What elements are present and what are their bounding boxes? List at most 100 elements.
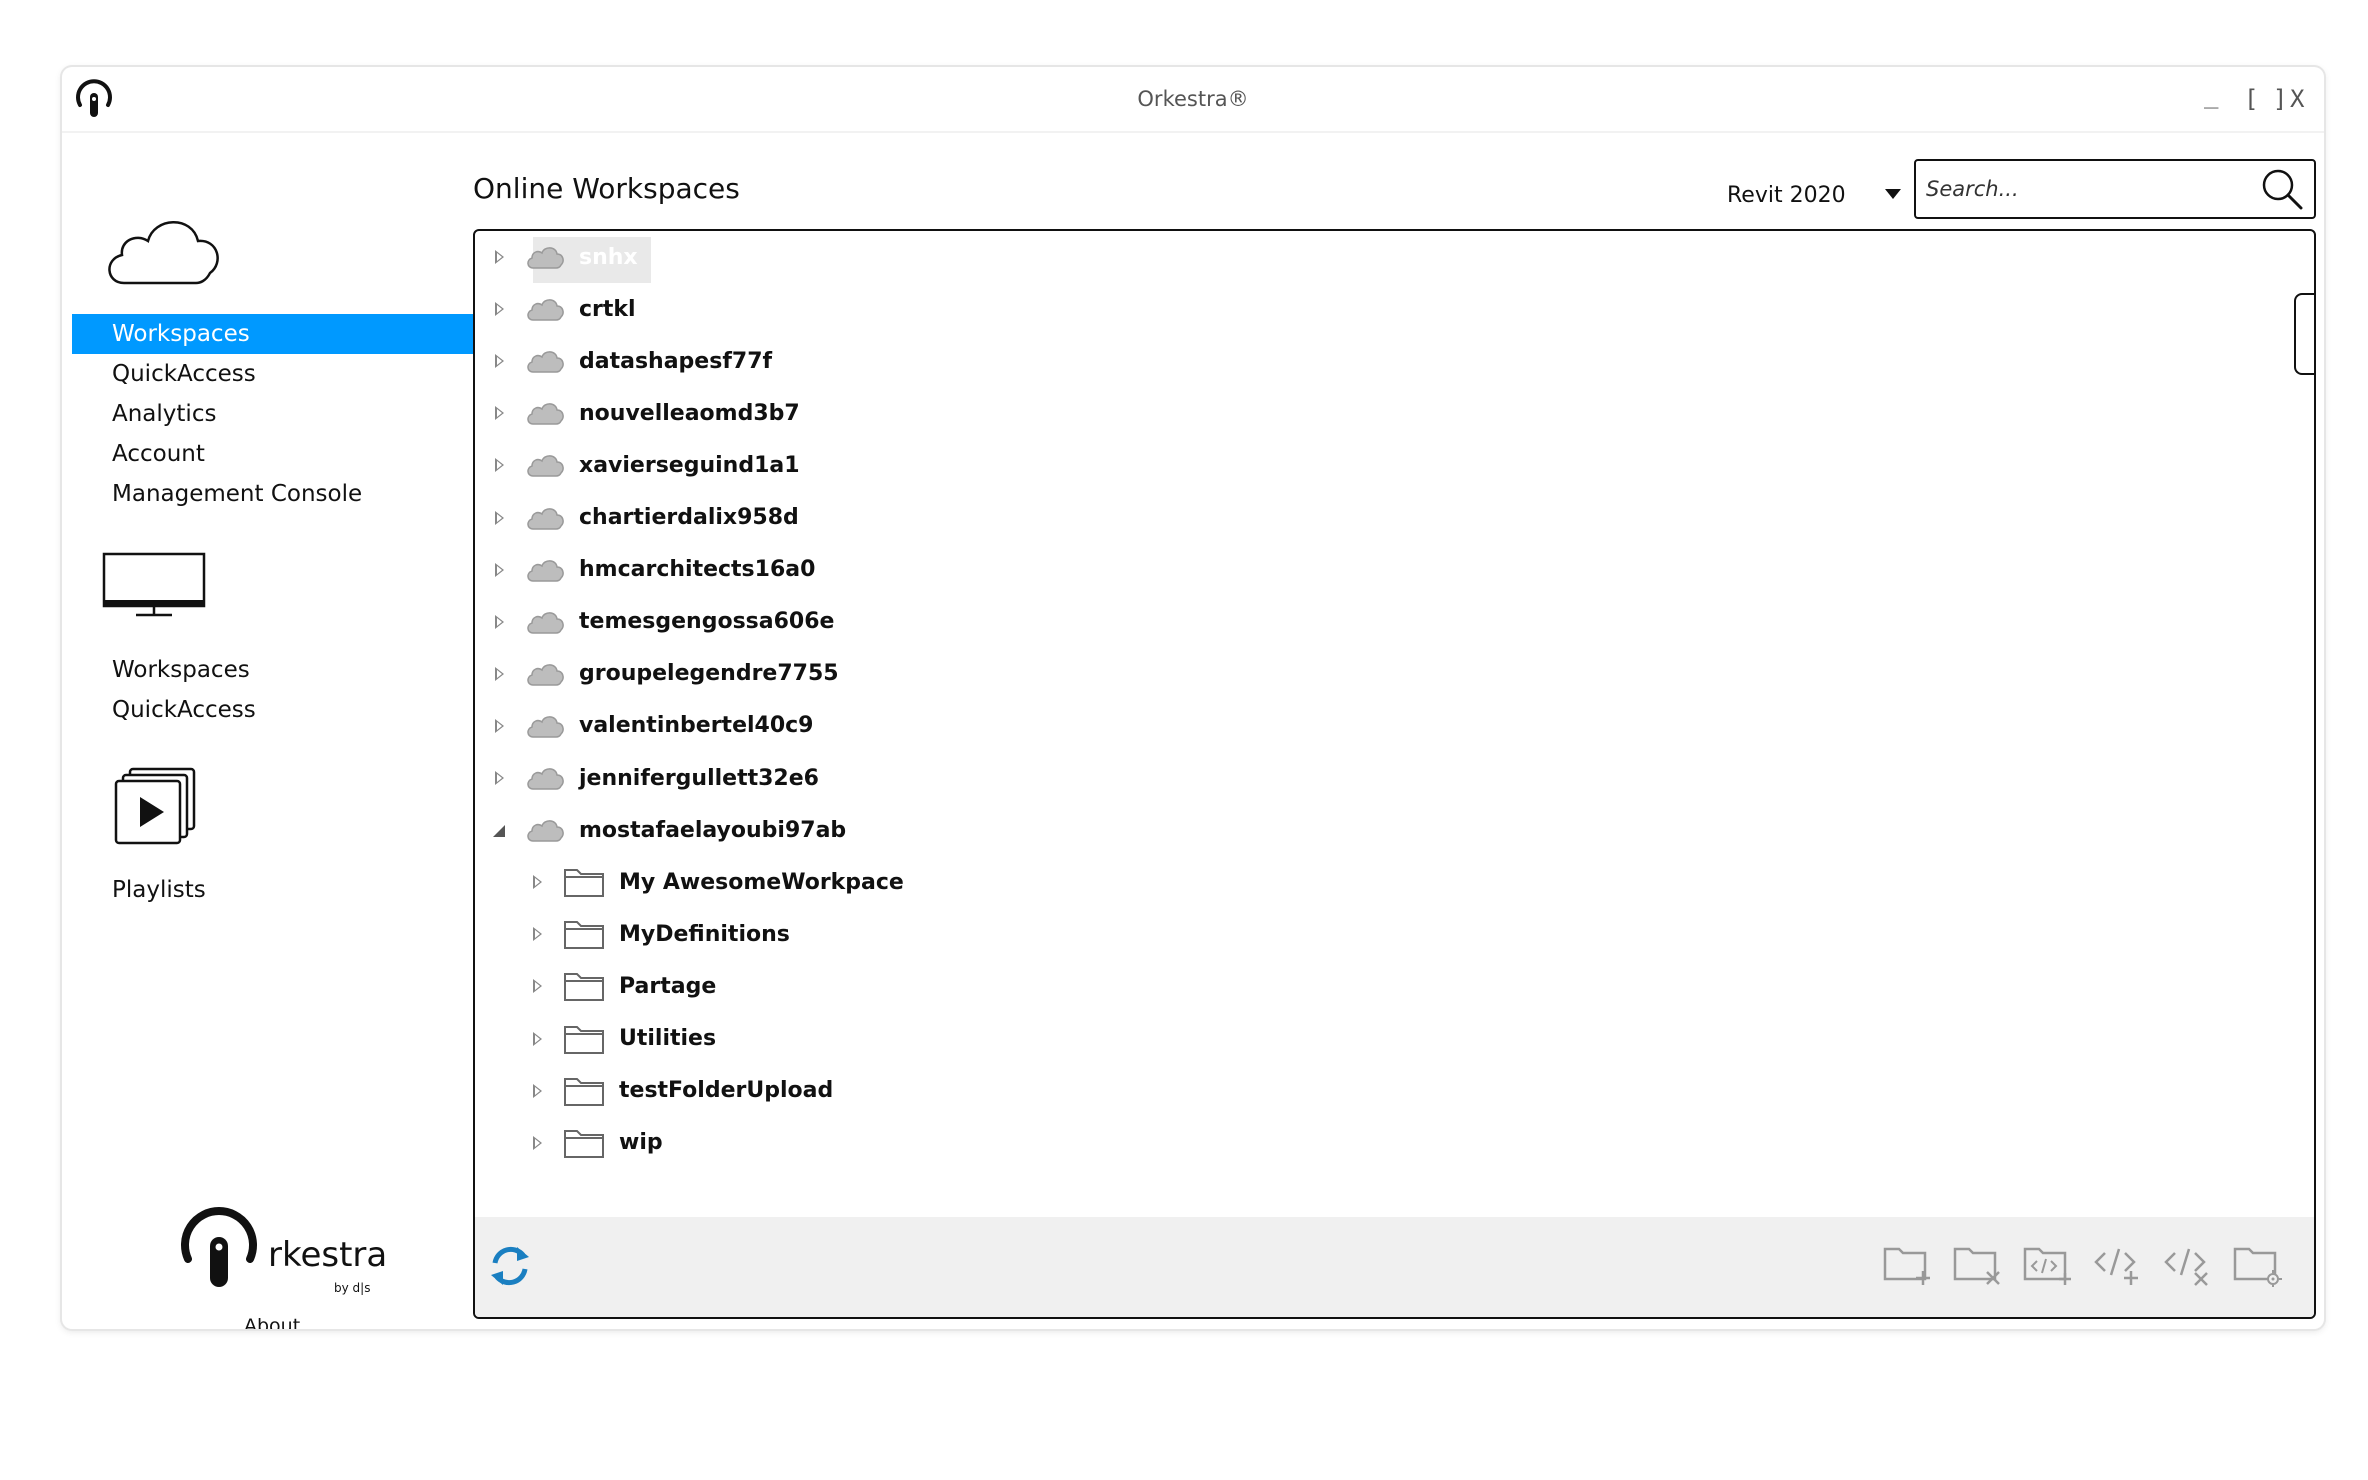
expand-arrow-icon[interactable] bbox=[493, 614, 507, 629]
sidebar-item-local-workspaces[interactable]: Workspaces bbox=[72, 650, 474, 690]
maximize-button[interactable]: [ ] bbox=[2244, 85, 2287, 113]
sidebar-item-online-quickaccess[interactable]: QuickAccess bbox=[72, 354, 474, 394]
search-box bbox=[1914, 159, 2316, 219]
expand-arrow-icon[interactable] bbox=[493, 771, 507, 785]
sidebar-item-account[interactable]: Account bbox=[72, 434, 474, 474]
expand-arrow-icon[interactable] bbox=[493, 458, 507, 473]
expand-arrow-icon[interactable] bbox=[493, 510, 507, 525]
expand-arrow-icon[interactable] bbox=[531, 1083, 545, 1098]
cloud-icon bbox=[527, 768, 564, 790]
sidebar-item-playlists[interactable]: Playlists bbox=[72, 870, 474, 910]
logo-text: rkestra bbox=[268, 1235, 388, 1275]
workspace-tree: snhx crtkl datashapesf77f nouvelleaomd3b7 xa… bbox=[475, 231, 2314, 1211]
close-button[interactable]: X bbox=[2290, 85, 2304, 113]
cloud-icon bbox=[527, 559, 564, 582]
tree-folder-row[interactable]: testFolderUpload bbox=[531, 1067, 833, 1115]
add-script-folder-icon[interactable] bbox=[2023, 1243, 2073, 1287]
tree-node-label: datashapesf77f bbox=[579, 348, 773, 374]
tree-node-label: Utilities bbox=[619, 1026, 717, 1051]
scrollbar-thumb[interactable] bbox=[2294, 293, 2314, 375]
tree-node-label: nouvelleaomd3b7 bbox=[579, 400, 800, 426]
tree-node-label: hmcarchitects16a0 bbox=[579, 557, 816, 583]
expand-arrow-icon[interactable] bbox=[493, 406, 507, 421]
sidebar-item-online-workspaces[interactable]: Workspaces bbox=[72, 314, 474, 354]
collapse-arrow-icon[interactable] bbox=[493, 823, 507, 838]
tree-node-label: valentinbertel40c9 bbox=[579, 713, 814, 739]
tree-node-label: xavierseguind1a1 bbox=[579, 452, 800, 478]
expand-arrow-icon[interactable] bbox=[531, 927, 545, 942]
expand-arrow-icon[interactable] bbox=[531, 1031, 545, 1046]
tree-folder-row[interactable]: wip bbox=[531, 1119, 663, 1167]
sidebar-item-local-quickaccess[interactable]: QuickAccess bbox=[72, 690, 474, 730]
expand-arrow-icon[interactable] bbox=[531, 979, 545, 994]
search-icon[interactable] bbox=[2260, 167, 2304, 211]
expand-arrow-icon[interactable] bbox=[531, 1135, 545, 1150]
add-folder-icon[interactable] bbox=[1883, 1243, 1933, 1287]
folder-icon bbox=[564, 1025, 604, 1054]
add-script-icon[interactable] bbox=[2093, 1243, 2143, 1287]
tree-node-label: wip bbox=[619, 1130, 663, 1156]
local-nav: Workspaces QuickAccess bbox=[72, 650, 474, 730]
about-link[interactable]: About bbox=[244, 1315, 300, 1329]
tree-node-label: testFolderUpload bbox=[619, 1078, 834, 1104]
search-input[interactable] bbox=[1924, 171, 2248, 207]
tree-workspace-row[interactable]: temesgengossa606e bbox=[493, 598, 834, 646]
cloud-icon bbox=[527, 820, 564, 842]
tree-workspace-row[interactable]: hmcarchitects16a0 bbox=[493, 546, 815, 594]
tree-node-label: My AwesomeWorkpace bbox=[619, 869, 904, 895]
chevron-down-icon bbox=[1885, 189, 1901, 199]
minimize-button[interactable]: _ bbox=[2204, 81, 2218, 109]
folder-icon bbox=[564, 921, 604, 950]
playlist-icon bbox=[114, 767, 196, 845]
expand-arrow-icon[interactable] bbox=[493, 302, 507, 317]
tree-node-label: Partage bbox=[619, 973, 717, 999]
page-title: Online Workspaces bbox=[473, 172, 740, 205]
tree-folder-row[interactable]: Utilities bbox=[531, 1015, 716, 1063]
sidebar-item-management-console[interactable]: Management Console bbox=[72, 474, 474, 514]
tree-workspace-row[interactable]: jennifergullett32e6 bbox=[493, 754, 819, 802]
tree-workspace-row[interactable]: chartierdalix958d bbox=[493, 494, 799, 542]
expand-arrow-icon[interactable] bbox=[493, 666, 507, 681]
expand-arrow-icon[interactable] bbox=[531, 875, 545, 890]
title-bar: Orkestra® _ [ ] X bbox=[62, 67, 2324, 133]
tree-workspace-row[interactable]: valentinbertel40c9 bbox=[493, 702, 814, 750]
tree-node-label: jennifergullett32e6 bbox=[579, 765, 819, 791]
sidebar-item-analytics[interactable]: Analytics bbox=[72, 394, 474, 434]
folder-icon bbox=[564, 973, 604, 1002]
version-dropdown[interactable]: Revit 2020 bbox=[1727, 175, 1907, 215]
tree-workspace-row[interactable]: mostafaelayoubi97ab bbox=[493, 806, 846, 854]
tree-folder-row[interactable]: My AwesomeWorkpace bbox=[531, 858, 904, 906]
tree-folder-row[interactable]: MyDefinitions bbox=[531, 910, 790, 958]
expand-arrow-icon[interactable] bbox=[493, 250, 507, 264]
expand-arrow-icon[interactable] bbox=[493, 562, 507, 577]
tree-workspace-row[interactable]: crtkl bbox=[493, 285, 636, 333]
playlist-nav: Playlists bbox=[72, 870, 474, 910]
cloud-icon bbox=[527, 455, 564, 478]
refresh-icon[interactable] bbox=[487, 1243, 533, 1289]
tree-workspace-row[interactable]: nouvelleaomd3b7 bbox=[493, 389, 800, 437]
cloud-icon bbox=[108, 221, 219, 285]
delete-folder-icon[interactable] bbox=[1953, 1243, 2003, 1287]
tree-node-label: crtkl bbox=[579, 296, 636, 322]
expand-arrow-icon[interactable] bbox=[493, 718, 507, 733]
tree-node-label: MyDefinitions bbox=[619, 921, 790, 947]
tree-toolbar bbox=[475, 1217, 2314, 1317]
cloud-icon bbox=[527, 299, 564, 321]
monitor-icon bbox=[102, 552, 206, 617]
orkestra-logo-mark-icon bbox=[181, 1207, 257, 1287]
tree-workspace-row[interactable]: snhx bbox=[493, 233, 651, 283]
tree-folder-row[interactable]: Partage bbox=[531, 962, 716, 1010]
tree-node-label: temesgengossa606e bbox=[579, 609, 835, 635]
delete-script-icon[interactable] bbox=[2163, 1243, 2213, 1287]
version-value: Revit 2020 bbox=[1727, 183, 1846, 208]
tree-workspace-row[interactable]: datashapesf77f bbox=[493, 337, 772, 385]
cloud-icon bbox=[527, 663, 564, 686]
window-title: Orkestra® bbox=[1137, 87, 1249, 111]
tree-workspace-row[interactable]: groupelegendre7755 bbox=[493, 650, 839, 698]
folder-settings-icon[interactable] bbox=[2233, 1243, 2283, 1287]
tree-node-label: snhx bbox=[579, 244, 638, 270]
online-nav: Workspaces QuickAccess Analytics Account… bbox=[72, 314, 474, 514]
tree-workspace-row[interactable]: xavierseguind1a1 bbox=[493, 441, 800, 489]
app-window: Orkestra® _ [ ] X Workspaces QuickAccess… bbox=[62, 67, 2324, 1329]
expand-arrow-icon[interactable] bbox=[493, 354, 507, 369]
